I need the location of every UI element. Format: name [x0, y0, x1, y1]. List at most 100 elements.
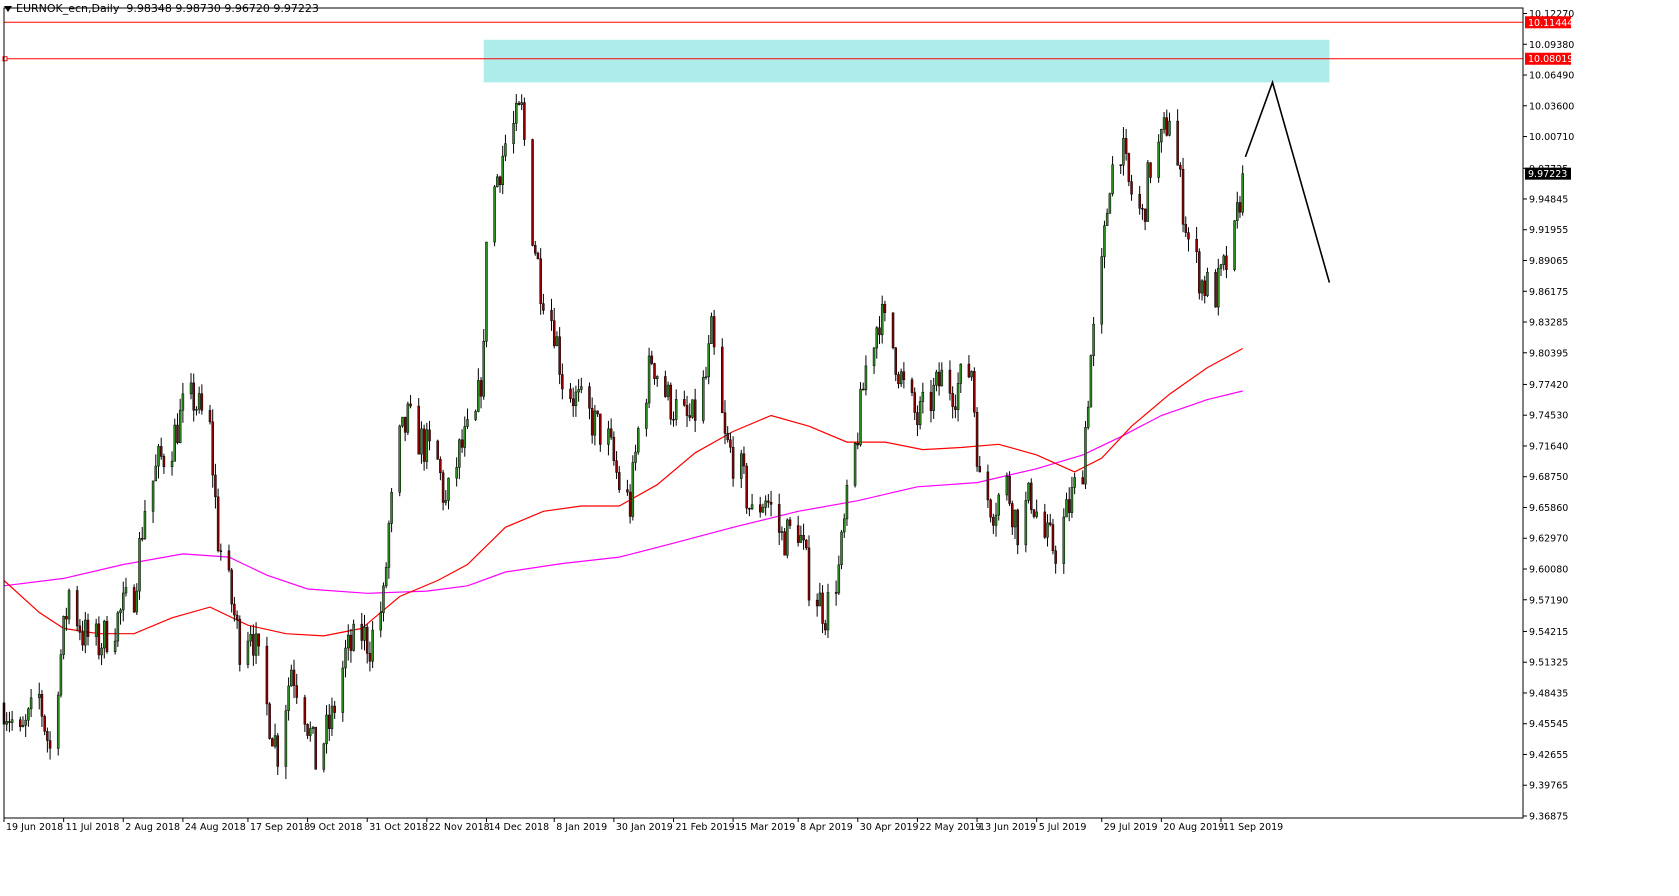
bull-candle: [840, 531, 843, 566]
bull-candle: [173, 424, 177, 462]
bear-candle: [531, 139, 534, 246]
bear-candle: [1127, 153, 1131, 182]
bear-candle: [238, 618, 242, 665]
bear-candle: [805, 539, 808, 549]
bear-candle: [159, 446, 163, 457]
y-tick-label: 10.09380: [1529, 40, 1574, 51]
bear-candle: [824, 623, 827, 631]
bull-candle: [485, 241, 488, 342]
bull-candle: [84, 619, 87, 646]
bull-candle: [845, 485, 849, 520]
bull-candle: [62, 616, 65, 655]
time-axis[interactable]: 19 Jun 2018 11 Jul 2018 2 Aug 2018 24 Aug 2…: [3, 818, 1283, 833]
bull-candle: [493, 186, 496, 243]
bull-candle: [325, 714, 328, 745]
bull-candle: [341, 667, 345, 713]
bull-candle: [249, 634, 252, 642]
bull-candle: [56, 694, 60, 749]
bull-candle: [189, 382, 193, 395]
bull-candle: [666, 384, 670, 397]
bear-candle: [1032, 509, 1036, 517]
bull-candle: [352, 623, 355, 651]
bear-candle: [46, 731, 49, 741]
bull-candle: [154, 465, 158, 482]
bear-candle: [1198, 251, 1201, 294]
price-axis[interactable]: 10.1227010.0938010.0649010.0360010.00710…: [1523, 9, 1574, 823]
y-tick-label: 9.83285: [1529, 318, 1568, 329]
bull-candle: [875, 327, 879, 349]
bull-candle: [5, 721, 8, 725]
bear-candle: [723, 412, 727, 434]
bear-candle: [978, 466, 982, 473]
bear-candle: [265, 645, 269, 705]
bear-candle: [534, 245, 537, 254]
bear-candle: [783, 531, 786, 556]
projection-path: [1244, 79, 1331, 283]
bear-candle: [97, 623, 101, 656]
bear-candle: [558, 336, 561, 375]
bull-candle: [956, 383, 960, 410]
bull-candle: [122, 592, 125, 611]
bull-candle: [1103, 225, 1106, 257]
bear-candle: [211, 421, 214, 476]
bear-candle: [748, 507, 751, 510]
x-tick-label: 22 Nov 2018: [429, 822, 490, 833]
bull-candle: [474, 411, 477, 420]
x-tick-label: 11 Sep 2019: [1223, 822, 1283, 833]
y-tick-label: 9.77420: [1529, 380, 1568, 391]
bear-candle: [1184, 224, 1188, 233]
bear-candle: [951, 393, 954, 407]
bear-candle: [1141, 208, 1144, 210]
bull-candle: [1233, 220, 1236, 270]
bear-candle: [726, 433, 729, 441]
bull-candle: [1070, 487, 1074, 513]
bear-candle: [550, 310, 553, 321]
bear-candle: [685, 404, 689, 416]
bear-candle: [758, 504, 762, 513]
bear-candle: [821, 592, 824, 624]
bear-candle: [948, 369, 952, 394]
bear-candle: [436, 440, 439, 460]
bull-candle: [702, 377, 705, 421]
bear-candle: [86, 619, 90, 637]
bull-candle: [818, 592, 822, 607]
bear-candle: [975, 411, 979, 467]
bull-candle: [1005, 475, 1009, 496]
bull-candle: [1108, 193, 1112, 214]
bear-candle: [569, 388, 572, 400]
plot-border: [3, 7, 1524, 819]
bull-candle: [1105, 213, 1109, 226]
bear-candle: [460, 439, 464, 448]
bear-candle: [897, 374, 900, 385]
bull-candle: [655, 376, 659, 380]
bull-candle: [918, 401, 922, 426]
bear-candle: [75, 590, 79, 627]
bull-candle: [1024, 500, 1028, 546]
bull-candle: [574, 391, 578, 407]
price-chart[interactable]: 10.1227010.0938010.0649010.0360010.00710…: [0, 0, 1679, 896]
bull-candle: [384, 567, 388, 587]
bear-candle: [1149, 162, 1152, 178]
bull-candle: [501, 155, 504, 186]
bull-candle: [178, 409, 182, 444]
bull-candle: [691, 399, 694, 418]
bear-candle: [937, 371, 941, 387]
bull-candle: [309, 728, 312, 736]
bear-candle: [745, 465, 748, 509]
bull-candle: [1217, 268, 1220, 308]
bull-candle: [390, 492, 393, 524]
bull-candle: [254, 633, 258, 656]
x-tick-label: 8 Jan 2019: [556, 822, 607, 833]
bear-candle: [328, 714, 331, 729]
bull-candle: [520, 102, 523, 105]
x-tick-label: 21 Feb 2019: [675, 822, 734, 833]
bear-candle: [498, 176, 502, 186]
bear-candle: [552, 320, 556, 347]
bull-candle: [1222, 255, 1225, 265]
bull-candle: [67, 590, 71, 620]
bear-candle: [672, 418, 675, 421]
bear-candle: [271, 738, 274, 747]
bear-candle: [1130, 181, 1133, 195]
bear-candle: [561, 374, 564, 390]
bear-candle: [40, 694, 44, 717]
